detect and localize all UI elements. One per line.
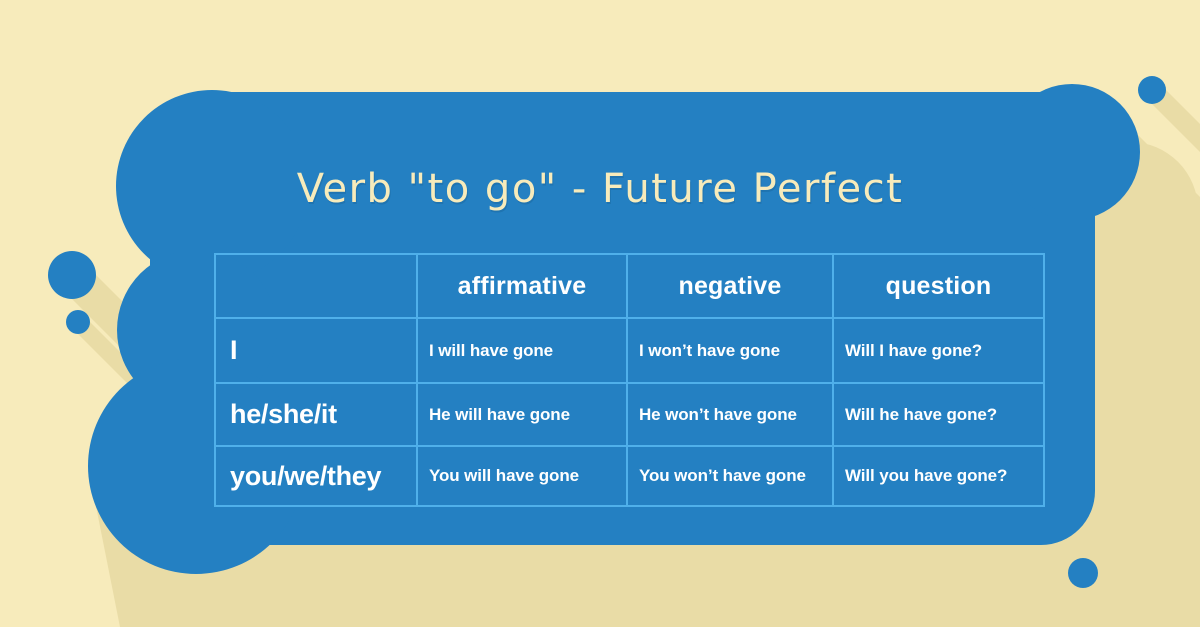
cell-pronoun: you/we/they xyxy=(214,445,418,507)
header-cell-question: question xyxy=(832,253,1045,319)
cell-negative: You won’t have gone xyxy=(626,445,834,507)
table-row: he/she/it He will have gone He won’t hav… xyxy=(214,382,1045,447)
cell-affirmative: I will have gone xyxy=(416,317,628,384)
header-cell-affirmative: affirmative xyxy=(416,253,628,319)
header-cell-pronoun xyxy=(214,253,418,319)
cell-question: Will I have gone? xyxy=(832,317,1045,384)
cell-negative: He won’t have gone xyxy=(626,382,834,447)
circle-top-right-small xyxy=(1138,76,1166,104)
circle-bottom-right-small xyxy=(1068,558,1098,588)
poster-canvas: Verb "to go" - Future Perfect affirmativ… xyxy=(0,0,1200,627)
cell-negative: I won’t have gone xyxy=(626,317,834,384)
cell-affirmative: You will have gone xyxy=(416,445,628,507)
table-body: I I will have gone I won’t have gone Wil… xyxy=(214,317,1045,507)
table-header-row: affirmative negative question xyxy=(214,253,1045,319)
conjugation-table: affirmative negative question I I will h… xyxy=(214,253,1045,507)
cell-pronoun: he/she/it xyxy=(214,382,418,447)
cell-question: Will you have gone? xyxy=(832,445,1045,507)
page-title: Verb "to go" - Future Perfect xyxy=(296,166,904,212)
header-cell-negative: negative xyxy=(626,253,834,319)
table-row: you/we/they You will have gone You won’t… xyxy=(214,445,1045,507)
circle-left-upper-small xyxy=(66,310,90,334)
circle-left-upper-large xyxy=(48,251,96,299)
table-header: affirmative negative question xyxy=(214,253,1045,319)
cell-pronoun: I xyxy=(214,317,418,384)
table-row: I I will have gone I won’t have gone Wil… xyxy=(214,317,1045,384)
cell-question: Will he have gone? xyxy=(832,382,1045,447)
cell-affirmative: He will have gone xyxy=(416,382,628,447)
